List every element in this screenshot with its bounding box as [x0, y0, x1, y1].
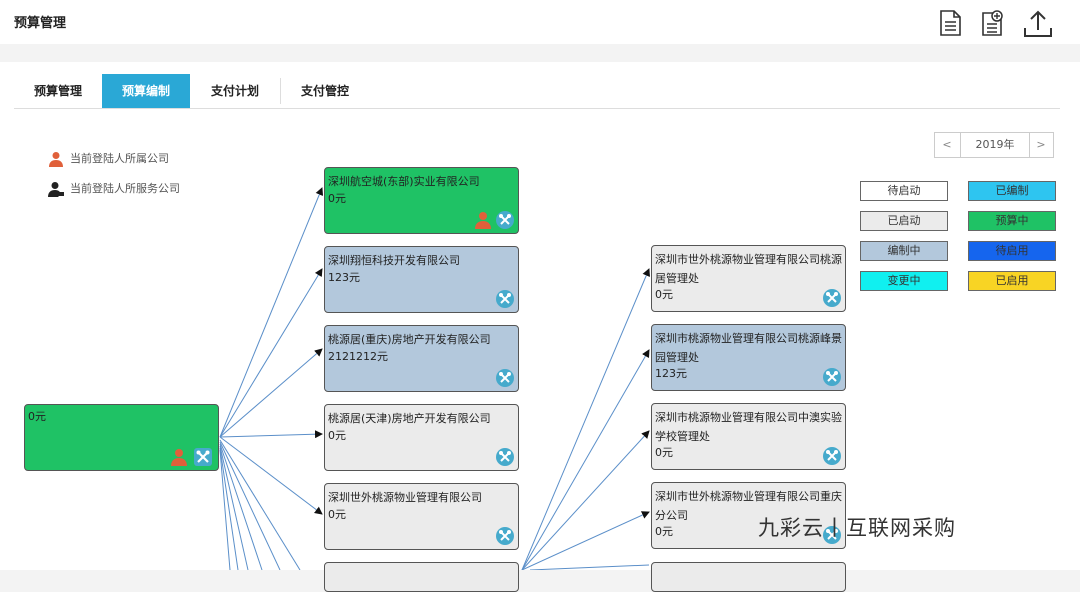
- tools-icon[interactable]: [194, 448, 212, 466]
- connector-line: [521, 268, 650, 570]
- node-amount: 0元: [328, 429, 346, 442]
- connector-line: [219, 443, 263, 570]
- connector-line: [219, 445, 249, 570]
- node-amount: 123元: [328, 271, 360, 284]
- connector-line: [521, 511, 650, 570]
- tools-icon[interactable]: [496, 290, 514, 308]
- watermark-text: 九彩云丨互联网采购: [758, 516, 956, 540]
- tree-node[interactable]: 深圳航空城(东部)实业有限公司 0元: [324, 167, 519, 234]
- connector-line: [219, 439, 301, 570]
- connector-line: [219, 447, 239, 570]
- tree-connectors: [219, 187, 650, 570]
- node-name: 深圳市桃源物业管理有限公司桃源峰景园管理处: [655, 332, 842, 364]
- tree-node-partial[interactable]: [324, 562, 519, 592]
- tree-node-partial[interactable]: [651, 562, 846, 592]
- node-amount: 0元: [655, 446, 673, 459]
- node-amount: 2121212元: [328, 350, 388, 363]
- person-orange-icon: [171, 449, 187, 466]
- node-amount: 0元: [655, 288, 673, 301]
- node-name: 深圳航空城(东部)实业有限公司: [328, 175, 480, 188]
- connector-line: [529, 564, 650, 570]
- tree-node[interactable]: 深圳市桃源物业管理有限公司中澳实验学校管理处 0元: [651, 403, 846, 470]
- connector-line: [219, 348, 323, 438]
- node-name: 深圳市世外桃源物业管理有限公司桃源居管理处: [655, 253, 842, 285]
- tools-icon[interactable]: [496, 369, 514, 387]
- node-amount: 0元: [328, 192, 346, 205]
- tree-node[interactable]: 深圳市桃源物业管理有限公司桃源峰景园管理处 123元: [651, 324, 846, 391]
- node-name: 深圳翔恒科技开发有限公司: [328, 254, 460, 267]
- connector-line: [219, 268, 323, 438]
- tools-icon[interactable]: [823, 289, 841, 307]
- connector-line: [219, 187, 324, 438]
- tools-icon[interactable]: [496, 527, 514, 545]
- node-name: 桃源居(重庆)房地产开发有限公司: [328, 333, 491, 346]
- person-orange-icon: [475, 212, 491, 229]
- tree-node[interactable]: 桃源居(重庆)房地产开发有限公司 2121212元: [324, 325, 519, 392]
- node-amount: 0元: [328, 508, 346, 521]
- node-name: 桃源居(天津)房地产开发有限公司: [328, 412, 491, 425]
- connector-line: [521, 430, 650, 570]
- tools-icon[interactable]: [823, 447, 841, 465]
- tree-node[interactable]: 桃源居(天津)房地产开发有限公司 0元: [324, 404, 519, 471]
- node-name: 深圳市桃源物业管理有限公司中澳实验学校管理处: [655, 411, 842, 443]
- node-amount: 123元: [655, 367, 687, 380]
- tree-node[interactable]: 深圳市世外桃源物业管理有限公司桃源居管理处 0元: [651, 245, 846, 312]
- connector-line: [521, 349, 650, 570]
- tree-node[interactable]: 深圳翔恒科技开发有限公司 123元: [324, 246, 519, 313]
- tools-icon[interactable]: [823, 368, 841, 386]
- node-amount: 0元: [28, 410, 46, 423]
- tree-node[interactable]: 深圳世外桃源物业管理有限公司 0元: [324, 483, 519, 550]
- connector-line: [219, 430, 323, 439]
- node-name: 深圳世外桃源物业管理有限公司: [328, 491, 482, 504]
- tools-icon[interactable]: [496, 211, 514, 229]
- tree-node-root[interactable]: 0元: [24, 404, 219, 471]
- tools-icon[interactable]: [496, 448, 514, 466]
- node-amount: 0元: [655, 525, 673, 538]
